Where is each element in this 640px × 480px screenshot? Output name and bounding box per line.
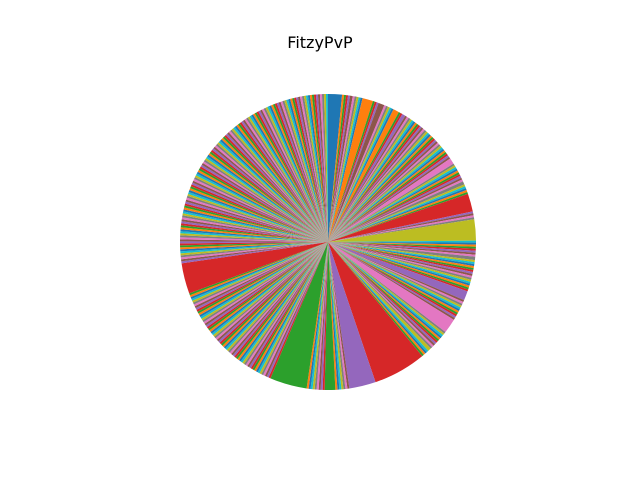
chart-figure: FitzyPvP (0, 0, 640, 480)
pie-chart (180, 93, 476, 390)
